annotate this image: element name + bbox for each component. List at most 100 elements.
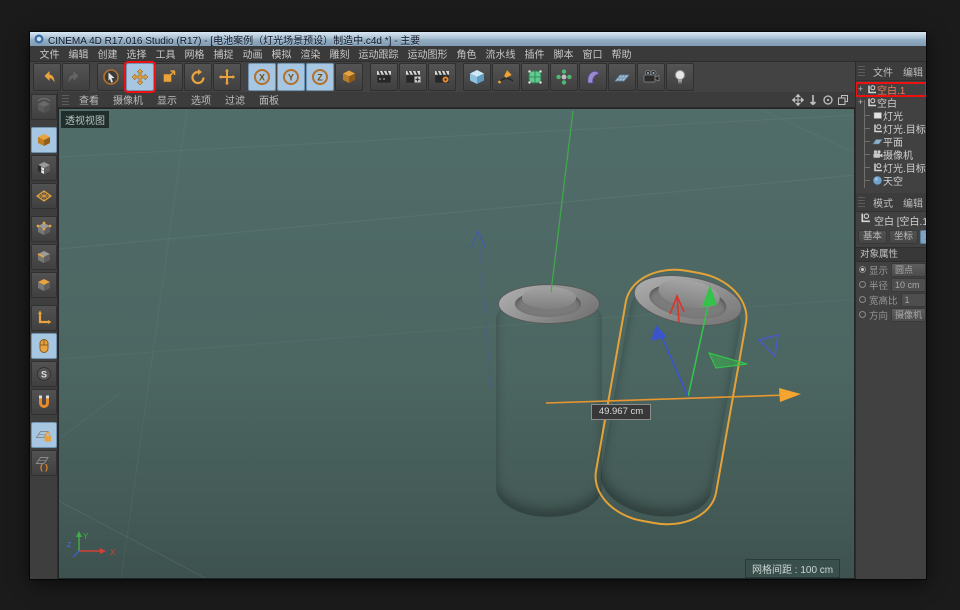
- menu-snap[interactable]: 捕捉: [209, 46, 238, 61]
- gizmo-xz-plane-handle[interactable]: [709, 353, 747, 368]
- last-used-tool-button[interactable]: [213, 63, 241, 91]
- texture-mode-button[interactable]: [31, 155, 57, 181]
- object-properties-section[interactable]: 对象属性: [856, 247, 926, 262]
- aspect-ratio-field[interactable]: 1: [901, 293, 926, 307]
- floor-button[interactable]: [608, 63, 636, 91]
- model-mode-button[interactable]: [31, 127, 57, 153]
- rotate-tool-button[interactable]: [184, 63, 212, 91]
- am-menu-mode[interactable]: 模式: [868, 195, 898, 210]
- subdivision-surface-button[interactable]: [521, 63, 549, 91]
- spline-pen-button[interactable]: [492, 63, 520, 91]
- vp-menu-display[interactable]: 显示: [150, 92, 184, 107]
- am-menu-edit[interactable]: 编辑: [898, 195, 926, 210]
- menu-sculpt[interactable]: 雕刻: [325, 46, 354, 61]
- snap-settings-button[interactable]: S: [31, 361, 57, 387]
- radio-icon[interactable]: [859, 281, 866, 288]
- tree-item-light-target-2[interactable]: 灯光.目标.2: [856, 122, 926, 135]
- pan-icon[interactable]: [792, 94, 804, 106]
- radius-field[interactable]: 10 cm: [891, 278, 926, 292]
- tweak-mode-button[interactable]: [31, 333, 57, 359]
- array-generator-button[interactable]: [550, 63, 578, 91]
- bend-deformer-button[interactable]: [579, 63, 607, 91]
- tree-item-camera[interactable]: 摄像机: [856, 148, 926, 161]
- maximize-view-icon[interactable]: [837, 94, 849, 106]
- lock-x-axis-button[interactable]: X: [248, 63, 276, 91]
- tab-coordinates[interactable]: 坐标: [889, 230, 918, 244]
- lock-y-axis-button[interactable]: Y: [277, 63, 305, 91]
- gizmo-x-arrowhead[interactable]: [670, 296, 684, 322]
- undo-button[interactable]: [33, 63, 61, 91]
- menu-animate[interactable]: 动画: [238, 46, 267, 61]
- viewport-canvas[interactable]: 透视视图: [58, 108, 855, 579]
- display-dropdown[interactable]: 圆点: [891, 263, 926, 277]
- tree-item-plane[interactable]: 平面: [856, 135, 926, 148]
- radio-icon[interactable]: [859, 311, 866, 318]
- magnet-snap-button[interactable]: [31, 389, 57, 415]
- vp-menu-panel[interactable]: 面板: [252, 92, 286, 107]
- menu-character[interactable]: 角色: [452, 46, 481, 61]
- menu-mesh[interactable]: 网格: [180, 46, 209, 61]
- vp-menu-filter[interactable]: 过滤: [218, 92, 252, 107]
- scale-tool-button[interactable]: [155, 63, 183, 91]
- tab-basic[interactable]: 基本: [858, 230, 887, 244]
- move-tool-button[interactable]: [126, 63, 154, 91]
- menu-motion-tracker[interactable]: 运动跟踪: [354, 46, 403, 61]
- gizmo-yz-plane-handle[interactable]: [759, 335, 778, 356]
- vp-menu-options[interactable]: 选项: [184, 92, 218, 107]
- titlebar[interactable]: CINEMA 4D R17.016 Studio (R17) - [电池案例（灯…: [30, 32, 926, 46]
- menu-help[interactable]: 帮助: [607, 46, 636, 61]
- radio-icon[interactable]: [859, 296, 866, 303]
- orientation-dropdown[interactable]: 摄像机: [891, 308, 926, 322]
- planar-workplane-button[interactable]: ( ): [31, 450, 57, 476]
- zoom-icon[interactable]: [807, 94, 819, 106]
- lock-z-axis-button[interactable]: Z: [306, 63, 334, 91]
- tree-item-sky[interactable]: 天空: [856, 174, 926, 187]
- vp-menu-view[interactable]: 查看: [72, 92, 106, 107]
- axis-mode-button[interactable]: [31, 305, 57, 331]
- measure-x-axis[interactable]: [546, 395, 787, 403]
- tree-item-light-target-1[interactable]: 灯光.目标.1: [856, 161, 926, 174]
- om-menu-edit[interactable]: 编辑: [898, 64, 926, 79]
- menu-render[interactable]: 渲染: [296, 46, 325, 61]
- polygons-mode-button[interactable]: [31, 272, 57, 298]
- menu-select[interactable]: 选择: [122, 46, 151, 61]
- render-settings-button[interactable]: [428, 63, 456, 91]
- coordinate-system-button[interactable]: [335, 63, 363, 91]
- menu-script[interactable]: 脚本: [549, 46, 578, 61]
- tree-item-null[interactable]: + 空白: [856, 96, 926, 109]
- camera-button[interactable]: [637, 63, 665, 91]
- gizmo-y-axis[interactable]: [688, 301, 709, 397]
- render-view-button[interactable]: [370, 63, 398, 91]
- live-selection-button[interactable]: [97, 63, 125, 91]
- points-mode-button[interactable]: [31, 216, 57, 242]
- menu-tools[interactable]: 工具: [151, 46, 180, 61]
- menu-mograph[interactable]: 运动图形: [403, 46, 452, 61]
- menu-simulate[interactable]: 模拟: [267, 46, 296, 61]
- light-button[interactable]: [666, 63, 694, 91]
- om-menu-file[interactable]: 文件: [868, 64, 898, 79]
- edges-mode-button[interactable]: [31, 244, 57, 270]
- gizmo-y-arrowhead[interactable]: [702, 285, 717, 307]
- expander-icon[interactable]: +: [856, 83, 865, 96]
- render-picture-viewer-button[interactable]: [399, 63, 427, 91]
- menu-edit[interactable]: 编辑: [64, 46, 93, 61]
- rotate-view-icon[interactable]: [822, 94, 834, 106]
- menu-window[interactable]: 窗口: [578, 46, 607, 61]
- radio-icon[interactable]: [859, 266, 866, 273]
- grip-handle[interactable]: [858, 197, 865, 207]
- expander-icon[interactable]: +: [856, 96, 865, 109]
- move-gizmo[interactable]: [546, 285, 801, 403]
- menu-create[interactable]: 创建: [93, 46, 122, 61]
- measure-x-arrowhead[interactable]: [779, 388, 801, 402]
- menu-pipeline[interactable]: 流水线: [481, 46, 520, 61]
- workplane-button[interactable]: [31, 183, 57, 209]
- gizmo-z-axis[interactable]: [662, 337, 688, 397]
- menu-plugins[interactable]: 插件: [520, 46, 549, 61]
- grip-handle[interactable]: [858, 66, 865, 76]
- menu-file[interactable]: 文件: [35, 46, 64, 61]
- primitive-cube-button[interactable]: [463, 63, 491, 91]
- tree-item-light[interactable]: 灯光: [856, 109, 926, 122]
- tab-object[interactable]: 对象: [920, 230, 926, 244]
- gizmo-z-arrowhead[interactable]: [651, 325, 667, 341]
- lock-workplane-button[interactable]: [31, 422, 57, 448]
